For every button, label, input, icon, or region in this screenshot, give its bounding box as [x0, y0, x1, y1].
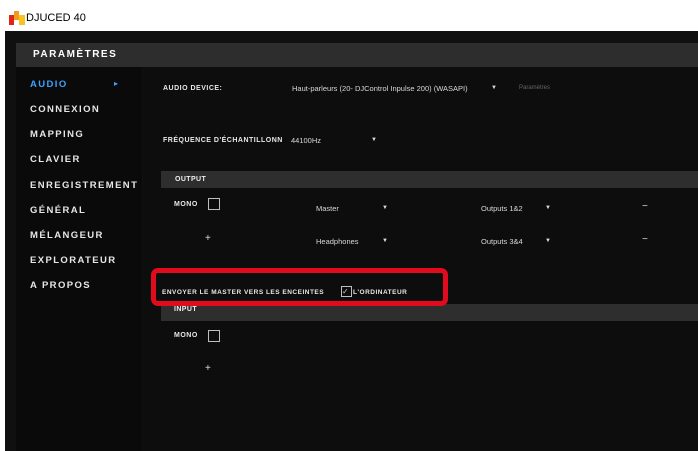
- djuced-logo-icon: [9, 11, 25, 25]
- remove-output-button[interactable]: −: [642, 234, 648, 245]
- audio-device-select[interactable]: Haut-parleurs (20- DJControl Inpulse 200…: [292, 84, 468, 93]
- input-mono-checkbox[interactable]: [208, 330, 220, 342]
- audio-device-label: AUDIO DEVICE:: [163, 85, 223, 92]
- input-section-header: [161, 304, 698, 321]
- sidebar-item-clavier[interactable]: CLAVIER: [30, 154, 81, 165]
- output-header-label: OUTPUT: [175, 176, 207, 183]
- chevron-down-icon[interactable]: ▼: [382, 205, 388, 211]
- app-title: DJUCED 40: [26, 12, 86, 24]
- add-input-button[interactable]: +: [205, 363, 211, 374]
- sidebar-item-explorateur[interactable]: EXPLORATEUR: [30, 255, 116, 266]
- audio-device-settings-link[interactable]: Paramètres: [519, 85, 550, 91]
- output-mono-label: MONO: [174, 201, 198, 208]
- chevron-down-icon[interactable]: ▼: [382, 238, 388, 244]
- sample-rate-select[interactable]: 44100Hz: [291, 136, 321, 145]
- chevron-down-icon[interactable]: ▼: [545, 205, 551, 211]
- input-header-label: INPUT: [174, 306, 197, 313]
- top-border: [0, 0, 698, 8]
- sidebar-item-general[interactable]: GÉNÉRAL: [30, 205, 86, 216]
- sample-rate-label: FRÉQUENCE D'ÉCHANTILLONN: [163, 137, 283, 144]
- output-mono-checkbox[interactable]: [208, 198, 220, 210]
- settings-header: [16, 43, 698, 67]
- chevron-right-icon: ▸: [114, 79, 119, 88]
- settings-content: [143, 67, 698, 451]
- sidebar-item-melangeur[interactable]: MÉLANGEUR: [30, 230, 104, 241]
- output-channel-headphones[interactable]: Headphones: [316, 237, 359, 246]
- title-bar[interactable]: [5, 8, 698, 31]
- input-mono-label: MONO: [174, 332, 198, 339]
- output-select-3-4[interactable]: Outputs 3&4: [481, 237, 523, 246]
- remove-output-button[interactable]: −: [642, 201, 648, 212]
- sidebar-item-a-propos[interactable]: A PROPOS: [30, 280, 91, 291]
- chevron-down-icon[interactable]: ▼: [491, 85, 497, 91]
- sidebar-item-enregistrement[interactable]: ENREGISTREMENT: [30, 180, 138, 191]
- chevron-down-icon[interactable]: ▼: [545, 238, 551, 244]
- sidebar-item-mapping[interactable]: MAPPING: [30, 129, 84, 140]
- chevron-down-icon[interactable]: ▼: [371, 137, 377, 143]
- highlight-annotation: [151, 268, 448, 306]
- output-channel-master[interactable]: Master: [316, 204, 339, 213]
- sidebar-item-connexion[interactable]: CONNEXION: [30, 104, 100, 115]
- page-title: PARAMÈTRES: [33, 49, 118, 60]
- add-output-button[interactable]: +: [205, 233, 211, 244]
- output-select-1-2[interactable]: Outputs 1&2: [481, 204, 523, 213]
- sidebar-item-audio[interactable]: AUDIO: [30, 79, 68, 90]
- output-section-header: [161, 171, 698, 188]
